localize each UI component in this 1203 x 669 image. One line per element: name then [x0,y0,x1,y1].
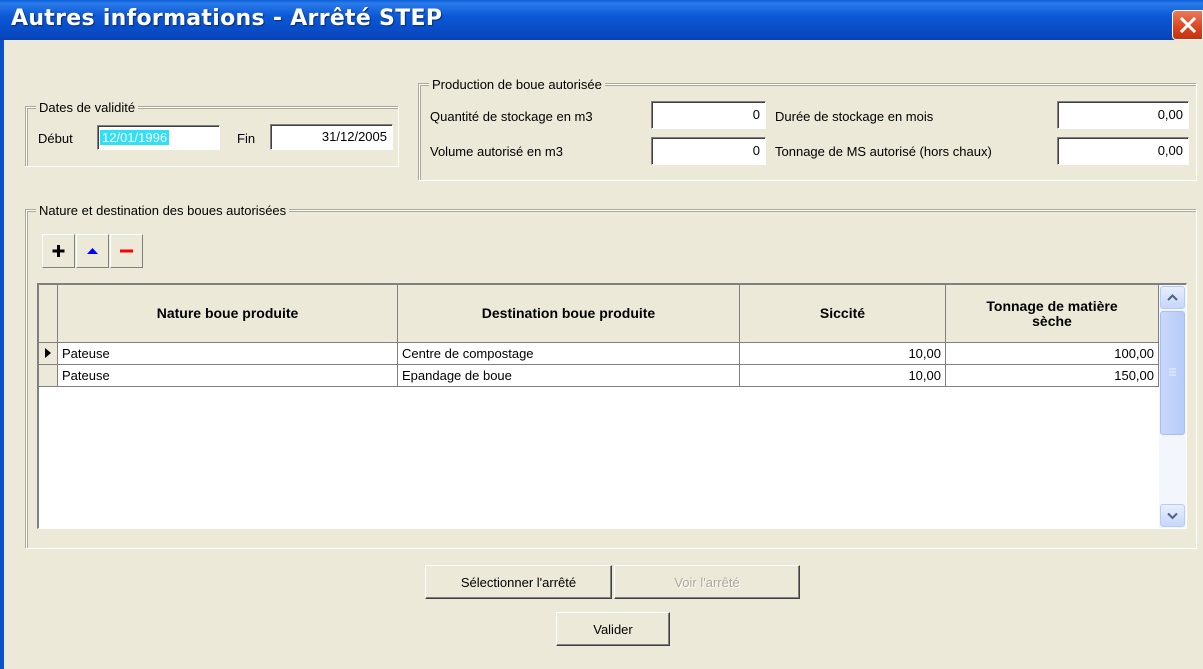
table-cell[interactable]: Epandage de boue [398,365,740,387]
quantite-label: Quantité de stockage en m3 [430,109,593,124]
tonnage-label: Tonnage de MS autorisé (hors chaux) [775,144,992,159]
production-group [419,84,1197,181]
duree-field[interactable]: 0,00 [1057,101,1189,129]
duree-label: Durée de stockage en mois [775,109,934,124]
row-indicator[interactable] [39,343,58,365]
table-cell[interactable]: 150,00 [946,365,1159,387]
quantite-field[interactable]: 0 [651,101,766,129]
scroll-up-button[interactable] [1160,286,1185,309]
table-cell[interactable]: 10,00 [740,343,946,365]
chevron-down-icon [1167,512,1178,520]
move-up-button[interactable] [76,234,109,268]
plus-icon [52,245,65,257]
volume-label: Volume autorisé en m3 [430,144,563,159]
boues-table[interactable]: Nature boue produite Destination boue pr… [37,283,1187,529]
dates-legend: Dates de validité [36,100,139,115]
grip-icon [1169,368,1176,376]
table-cell[interactable]: 10,00 [740,365,946,387]
window-frame [0,40,4,669]
voir-arrete-button[interactable]: Voir l'arrêté [614,565,800,599]
vertical-scrollbar[interactable] [1159,285,1186,528]
scroll-thumb[interactable] [1160,311,1185,435]
nature-legend: Nature et destination des boues autorisé… [36,203,290,218]
table-cell[interactable]: Pateuse [58,343,398,365]
table-cell[interactable]: Pateuse [58,365,398,387]
fin-label: Fin [237,131,256,146]
production-legend: Production de boue autorisée [429,77,605,92]
title-bar[interactable]: Autres informations - Arrêté STEP [0,0,1203,40]
table-cell[interactable]: 100,00 [946,343,1159,365]
debut-field[interactable]: 12/01/1996 [97,125,220,150]
volume-field[interactable]: 0 [651,137,766,165]
close-button[interactable] [1172,10,1203,40]
scroll-down-button[interactable] [1160,504,1185,527]
chevron-up-icon [1167,294,1178,301]
minus-icon [120,249,133,253]
valider-button[interactable]: Valider [556,612,670,646]
column-header-nature[interactable]: Nature boue produite [58,285,398,343]
selectionner-arrete-button[interactable]: Sélectionner l'arrêté [425,565,612,599]
table-cell[interactable]: Centre de compostage [398,343,740,365]
debut-label: Début [38,131,73,146]
row-indicator[interactable] [39,365,58,387]
fin-field[interactable]: 31/12/2005 [270,124,393,150]
tonnage-field[interactable]: 0,00 [1057,137,1189,165]
add-row-button[interactable] [42,234,75,268]
column-header-tonnage[interactable]: Tonnage de matière sèche [946,285,1159,343]
remove-row-button[interactable] [110,234,143,268]
row-indicator-header [39,285,58,343]
window-title: Autres informations - Arrêté STEP [11,6,443,31]
column-header-siccite[interactable]: Siccité [740,285,946,343]
current-row-arrow-icon [45,348,51,358]
close-icon [1179,16,1197,34]
column-header-destination[interactable]: Destination boue produite [398,285,740,343]
up-arrow-icon [87,248,98,254]
debut-value: 12/01/1996 [100,130,170,145]
